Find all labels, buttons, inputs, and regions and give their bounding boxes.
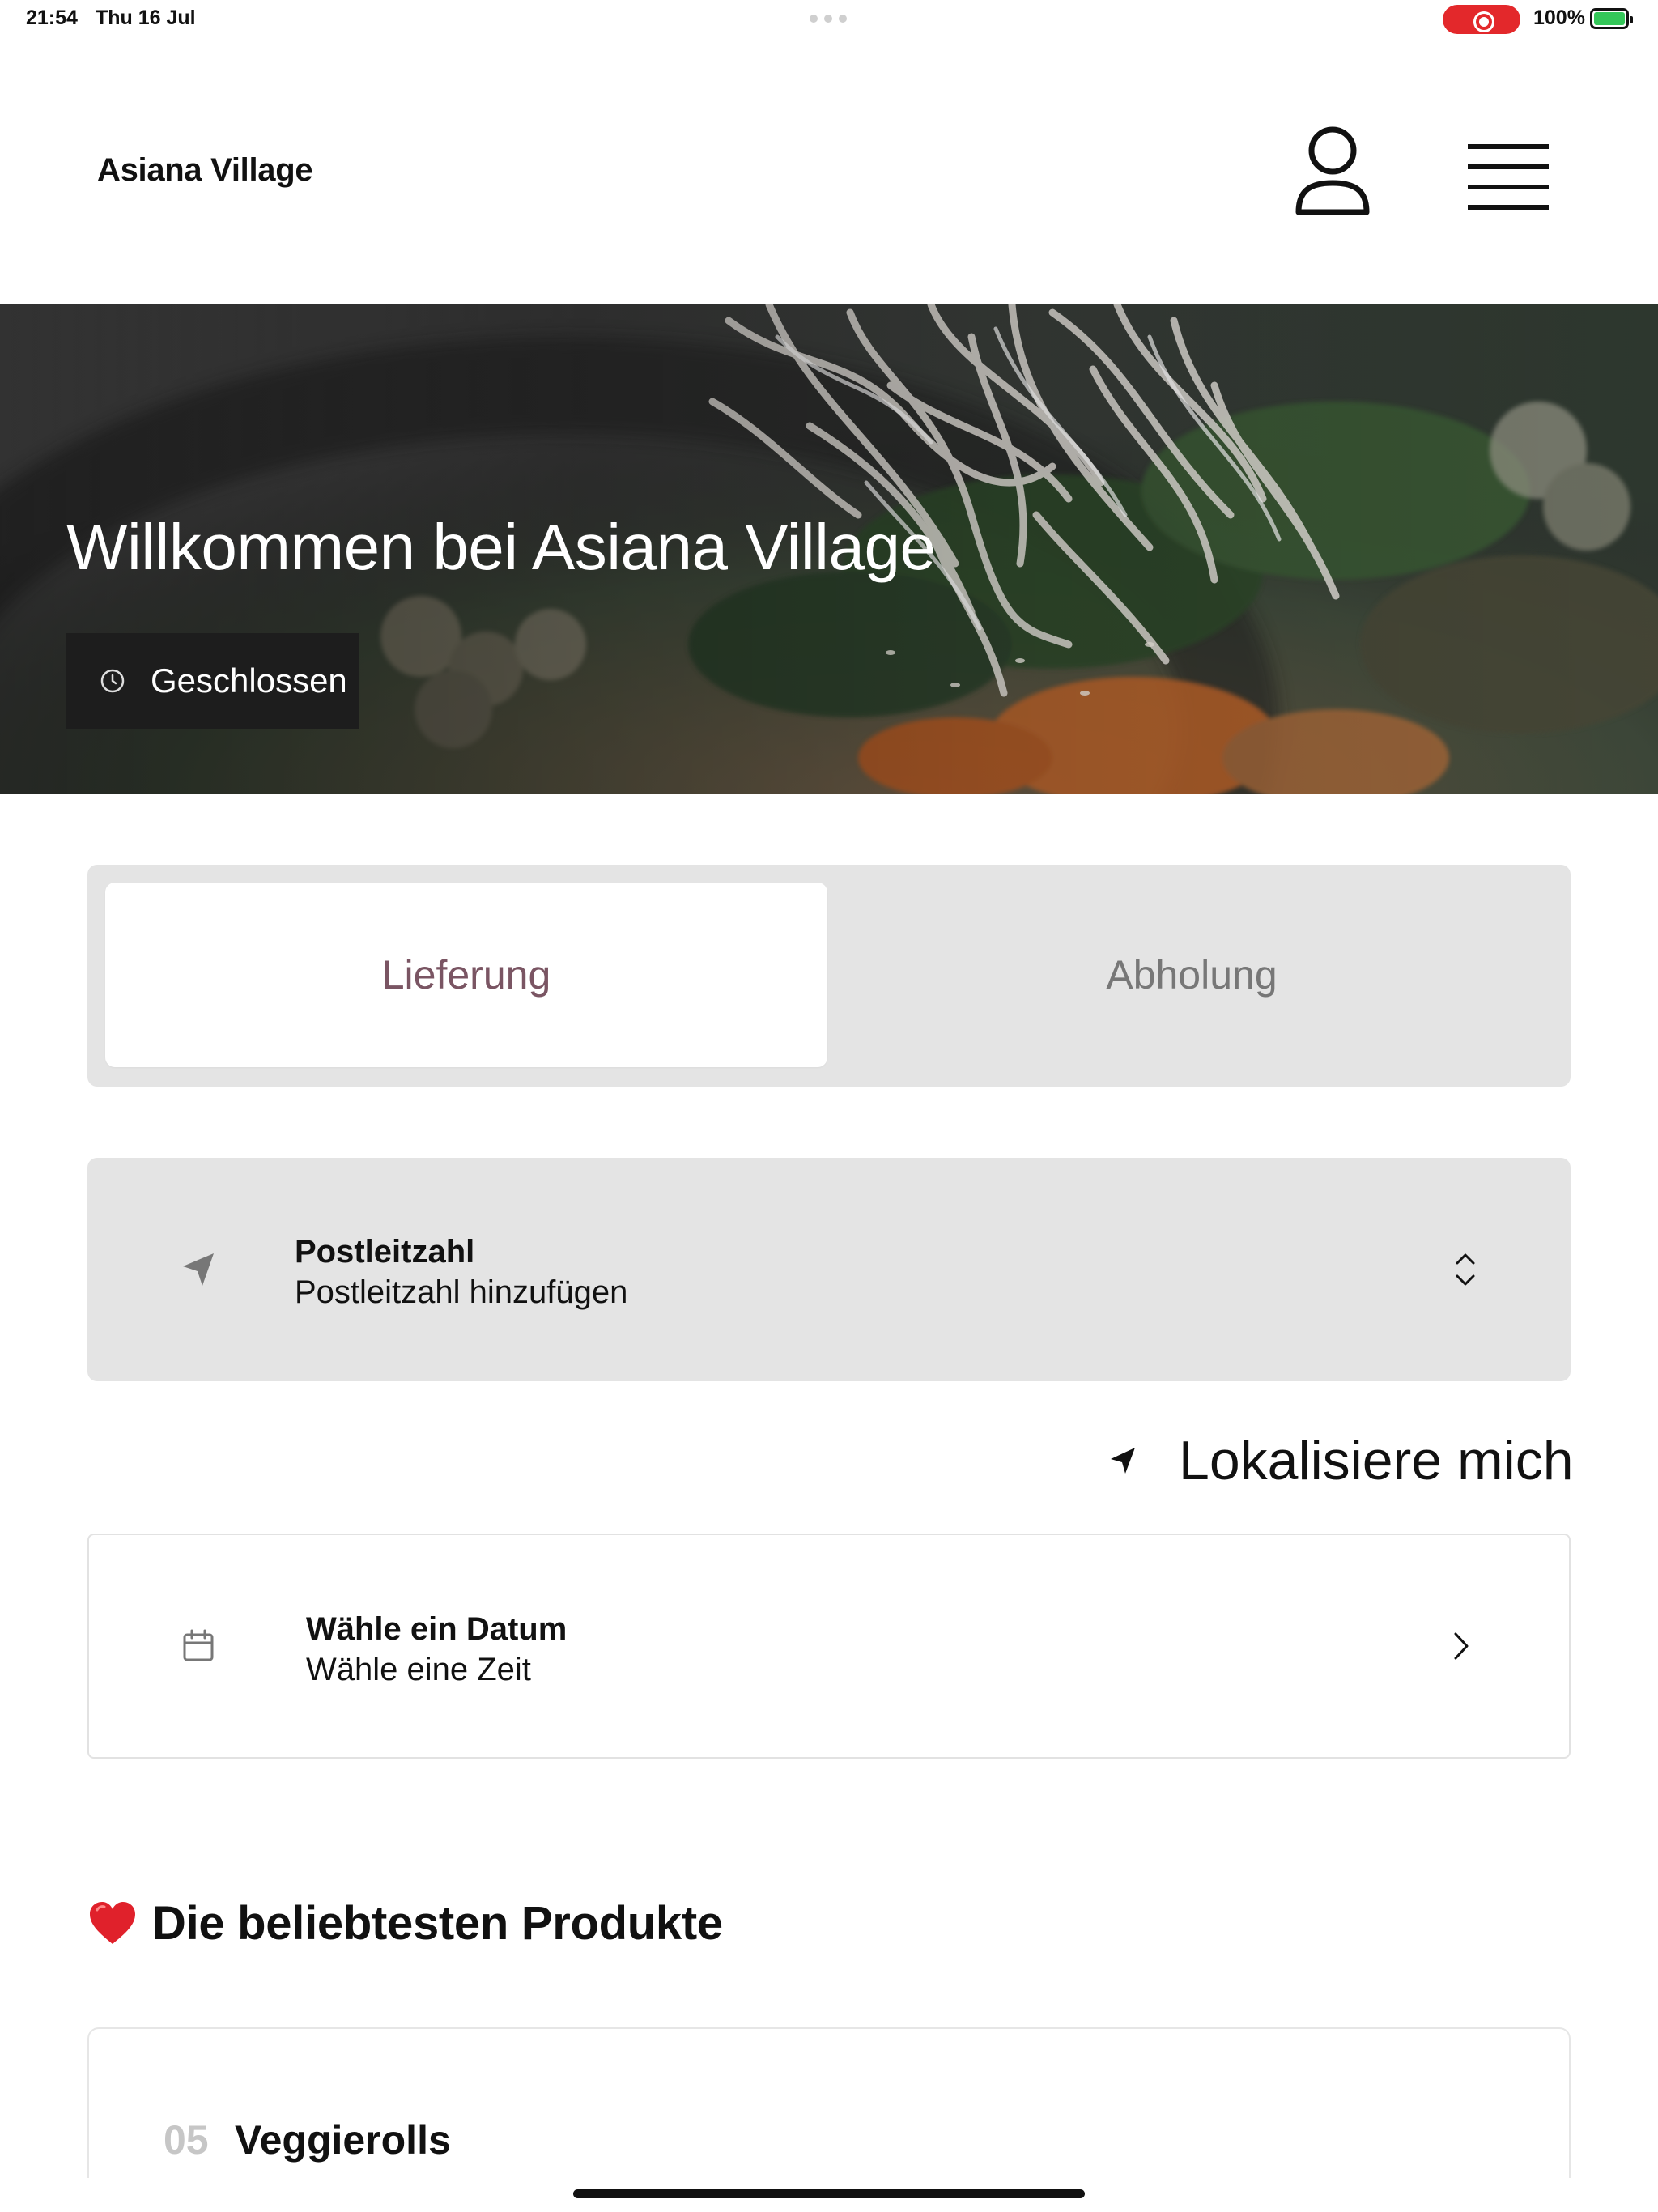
location-arrow-icon xyxy=(183,1253,214,1286)
user-icon xyxy=(1295,126,1370,215)
app-header: Asiana Village xyxy=(0,39,1658,304)
navigation-arrow-icon xyxy=(1111,1448,1135,1474)
multitasking-dots-icon[interactable] xyxy=(810,15,848,23)
popular-products-heading: Die beliebtesten Produkte xyxy=(87,1896,723,1950)
hamburger-menu-icon xyxy=(1468,144,1549,210)
hero-title: Willkommen bei Asiana Village xyxy=(66,511,936,583)
date-time-selector[interactable]: Wähle ein Datum Wähle eine Zeit xyxy=(87,1534,1571,1759)
status-date: Thu 16 Jul xyxy=(96,6,196,29)
chevron-right-icon xyxy=(1454,1632,1469,1660)
screen-recording-icon[interactable] xyxy=(1443,5,1520,34)
calendar-icon xyxy=(183,1629,214,1661)
status-bar: 21:54 Thu 16 Jul 100% xyxy=(0,0,1658,39)
battery-icon xyxy=(1590,8,1633,29)
hero-banner: Willkommen bei Asiana Village Geschlosse… xyxy=(0,304,1658,794)
time-value: Wähle eine Zeit xyxy=(306,1652,531,1687)
chevron-up-down-icon xyxy=(1456,1253,1475,1286)
postcode-value: Postleitzahl hinzufügen xyxy=(295,1274,628,1310)
brand-name[interactable]: Asiana Village xyxy=(97,152,313,189)
heart-icon xyxy=(90,1901,135,1944)
status-time: 21:54 xyxy=(26,6,78,29)
home-indicator[interactable] xyxy=(573,2189,1085,2198)
popular-products-title: Die beliebtesten Produkte xyxy=(152,1897,723,1950)
product-name: Veggierolls xyxy=(235,2117,451,2163)
postcode-selector[interactable]: Postleitzahl Postleitzahl hinzufügen xyxy=(87,1158,1571,1381)
order-mode-switch: Lieferung Abholung xyxy=(87,865,1571,1087)
menu-button[interactable] xyxy=(1464,136,1553,217)
battery-percentage: 100% xyxy=(1533,6,1585,29)
product-number: 05 xyxy=(164,2117,209,2163)
opening-status-badge: Geschlossen xyxy=(66,633,359,729)
tab-delivery[interactable]: Lieferung xyxy=(105,883,827,1067)
locate-me-label: Lokalisiere mich xyxy=(1179,1430,1574,1491)
locate-me-button[interactable]: Lokalisiere mich xyxy=(1107,1428,1574,1493)
postcode-label: Postleitzahl xyxy=(295,1234,475,1270)
opening-status-text: Geschlossen xyxy=(151,661,347,700)
account-button[interactable] xyxy=(1292,125,1373,220)
clock-icon xyxy=(100,669,125,693)
tab-pickup[interactable]: Abholung xyxy=(831,883,1553,1067)
date-label: Wähle ein Datum xyxy=(306,1611,568,1647)
